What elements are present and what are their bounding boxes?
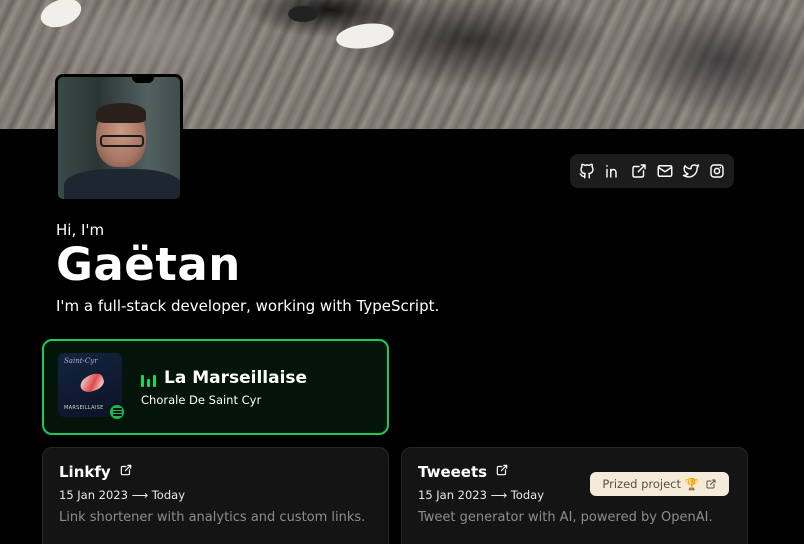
avatar [55,74,183,202]
project-title[interactable]: Tweeets [418,463,509,481]
project-card-tweeets[interactable]: Tweeets Prized project 🏆 15 Jan 2023 ⟶ T… [401,447,748,544]
now-playing-card[interactable]: Saint-Cyr MARSEILLAISE La Marseillaise C… [42,339,389,435]
external-link-icon[interactable] [495,463,509,481]
song-title: La Marseillaise [164,368,308,388]
song-artist: Chorale De Saint Cyr [141,393,262,407]
cat-paw-image [334,20,396,52]
project-title[interactable]: Linkfy [59,463,133,481]
cat-paw-image [288,6,318,22]
project-title-text: Tweeets [418,463,488,481]
project-description: Link shortener with analytics and custom… [59,510,366,525]
equalizer-icon [141,374,157,387]
external-link-icon[interactable] [119,463,133,481]
project-card-linkfy[interactable]: Linkfy 15 Jan 2023 ⟶ Today Link shortene… [42,447,389,544]
linkedin-icon[interactable] [603,161,623,181]
github-icon[interactable] [577,161,597,181]
prized-project-badge[interactable]: Prized project 🏆 [590,472,729,496]
album-cover-title: Saint-Cyr [64,357,98,365]
social-links [570,154,734,188]
project-title-text: Linkfy [59,463,111,481]
album-cover-subtitle: MARSEILLAISE [64,405,104,411]
twitter-icon[interactable] [681,161,701,181]
prized-project-label: Prized project 🏆 [602,477,699,491]
project-dates: 15 Jan 2023 ⟶ Today [59,488,185,502]
project-dates: 15 Jan 2023 ⟶ Today [418,488,544,502]
spotify-icon [108,403,126,421]
instagram-icon[interactable] [707,161,727,181]
external-link-icon[interactable] [629,161,649,181]
project-description: Tweet generator with AI, powered by Open… [418,510,713,525]
cat-paw-image [36,0,86,33]
profile-name: Gaëtan [56,238,241,291]
mail-icon[interactable] [655,161,675,181]
external-link-icon [706,479,716,489]
greeting-text: Hi, I'm [56,221,105,239]
profile-tagline: I'm a full-stack developer, working with… [56,297,440,315]
